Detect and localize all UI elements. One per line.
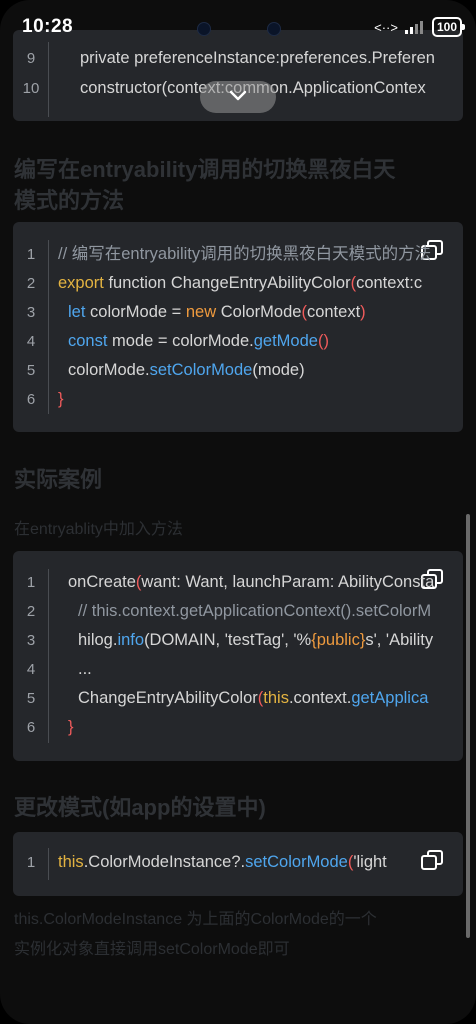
code-line: 1 this.ColorModeInstance?.setColorMode('…: [26, 853, 387, 871]
code-line: 6 }: [26, 390, 64, 408]
code-line: 2 // this.context.getApplicationContext(…: [26, 602, 432, 620]
chevron-down-icon: [229, 90, 247, 101]
paragraph: 实例化对象直接调用setColorMode即可: [14, 941, 290, 958]
code-line: 5 ChangeEntryAbilityColor(this.context.g…: [26, 689, 429, 707]
front-sensor-icon: [267, 22, 281, 36]
paragraph: 在entryablity中加入方法: [14, 521, 183, 538]
code-line: 3 let colorMode = new ColorMode(context): [26, 303, 366, 321]
front-camera-icon: [197, 22, 211, 36]
status-bar: 10:28 <··> 100: [0, 0, 476, 54]
code-block-4: 1 this.ColorModeInstance?.setColorMode('…: [13, 832, 463, 896]
article-content: 9 private preferenceInstance:preferences…: [0, 0, 476, 1024]
code-line: 1 onCreate(want: Want, launchParam: Abil…: [26, 573, 435, 591]
code-line: 5 colorMode.setColorMode(mode): [26, 361, 305, 379]
section-heading: 实际案例: [14, 467, 103, 492]
code-line: 1 // 编写在entryability调用的切换黑夜白天模式的方法: [26, 245, 432, 263]
status-icons: <··> 100: [374, 17, 466, 37]
code-block-2: 1 // 编写在entryability调用的切换黑夜白天模式的方法 2 exp…: [13, 222, 463, 432]
code-line: 4 const mode = colorMode.getMode(): [26, 332, 329, 350]
code-block-3: 1 onCreate(want: Want, launchParam: Abil…: [13, 551, 463, 761]
screen: 10:28 <··> 100 9 private preferenceInsta…: [0, 0, 476, 1024]
paragraph: this.ColorModeInstance 为上面的ColorMode的一个: [14, 911, 377, 928]
battery-indicator: 100: [431, 17, 466, 37]
code-line: 6 }: [26, 718, 74, 736]
section-heading-cont: 模式的方法: [14, 188, 125, 213]
scrollbar[interactable]: [466, 514, 470, 938]
collapse-handle[interactable]: [200, 81, 276, 113]
code-line: 3 hilog.info(DOMAIN, 'testTag', '%{publi…: [26, 631, 434, 649]
network-icon: <··>: [374, 19, 398, 35]
code-line: 4 ...: [26, 660, 92, 678]
code-line: 2 export function ChangeEntryAbilityColo…: [26, 274, 423, 292]
section-heading: 编写在entryability调用的切换黑夜白天: [14, 157, 396, 182]
status-time: 10:28: [22, 16, 74, 37]
section-heading: 更改模式(如app的设置中): [14, 795, 266, 820]
signal-icon: [404, 21, 423, 34]
